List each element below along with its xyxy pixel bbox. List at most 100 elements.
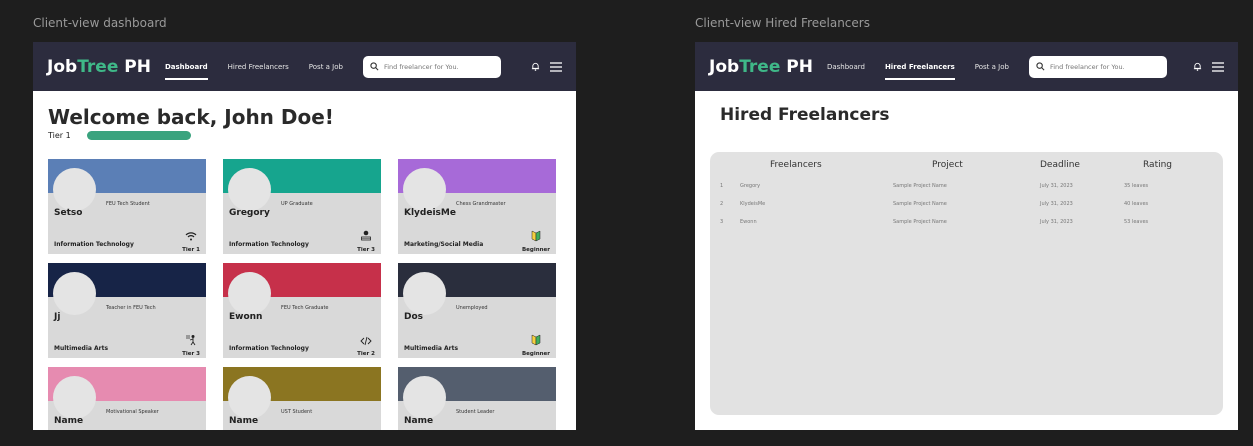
nav-dashboard[interactable]: Dashboard — [164, 63, 208, 80]
logo[interactable]: JobTree PH — [47, 57, 151, 77]
hired-frame: JobTree PH Dashboard Hired Freelancers P… — [695, 42, 1238, 430]
navbar: JobTree PH Dashboard Hired Freelancers P… — [695, 42, 1238, 91]
tier-progress-bar — [86, 131, 191, 140]
card-badge: Beginner — [522, 331, 550, 357]
row-deadline: July 31, 2023 — [1040, 219, 1073, 225]
card-badge: Tier 3 — [182, 331, 200, 357]
card-name: Name — [54, 416, 84, 426]
row-rating: 35 leaves — [1124, 183, 1149, 189]
badge-label: Tier 1 — [182, 247, 200, 253]
search-icon — [370, 62, 379, 71]
logo[interactable]: JobTree PH — [709, 57, 813, 77]
welcome-heading: Welcome back, John Doe! — [48, 105, 334, 129]
nav-dashboard[interactable]: Dashboard — [827, 63, 865, 71]
card-role: Teacher in FEU Tech — [106, 305, 156, 311]
row-index: 1 — [720, 183, 724, 189]
page-title: Hired Freelancers — [720, 105, 890, 125]
row-project: Sample Project Name — [893, 183, 947, 189]
nav-hired-freelancers[interactable]: Hired Freelancers — [884, 63, 955, 80]
column-header-deadline: Deadline — [1040, 160, 1080, 170]
card-role: Student Leader — [456, 409, 495, 415]
freelancer-card[interactable]: Motivational Speaker Name — [48, 367, 206, 430]
nav-post-job[interactable]: Post a Job — [975, 63, 1009, 71]
card-role: Chess Grandmaster — [456, 201, 506, 207]
avatar — [403, 272, 446, 315]
freelancer-card[interactable]: Unemployed Dos Multimedia Arts Beginner — [398, 263, 556, 358]
row-deadline: July 31, 2023 — [1040, 201, 1073, 207]
avatar — [228, 376, 271, 419]
avatar — [53, 272, 96, 315]
card-name: Setso — [54, 208, 83, 218]
card-role: Unemployed — [456, 305, 488, 311]
frame-label-hired: Client-view Hired Freelancers — [695, 16, 870, 30]
row-index: 3 — [720, 219, 724, 225]
card-field: Multimedia Arts — [54, 345, 109, 352]
column-header-project: Project — [932, 160, 963, 170]
card-name: Name — [229, 416, 259, 426]
freelancer-card[interactable]: UP Graduate Gregory Information Technology… — [223, 159, 381, 254]
navbar: JobTree PH Dashboard Hired Freelancers P… — [33, 42, 576, 91]
card-name: Jj — [54, 312, 61, 322]
row-project: Sample Project Name — [893, 201, 947, 207]
search-box[interactable] — [1028, 55, 1167, 78]
freelancer-card[interactable]: Student Leader Name — [398, 367, 556, 430]
card-badge: Tier 2 — [357, 331, 375, 357]
freelancer-card[interactable]: Teacher in FEU Tech Jj Multimedia Arts Tier… — [48, 263, 206, 358]
row-project: Sample Project Name — [893, 219, 947, 225]
beginner-icon — [530, 227, 542, 246]
card-role: UST Student — [281, 409, 313, 415]
badge-label: Beginner — [521, 247, 550, 253]
card-role: UP Graduate — [281, 201, 313, 207]
person-desk-icon — [360, 227, 372, 246]
tier-row: Tier 1 — [48, 131, 191, 140]
freelancer-card[interactable]: Chess Grandmaster KlydeisMe Marketing/Soci… — [398, 159, 556, 254]
card-role: FEU Tech Student — [106, 201, 150, 207]
search-box[interactable] — [362, 55, 501, 78]
bell-icon[interactable] — [1193, 62, 1202, 71]
card-field: Multimedia Arts — [404, 345, 459, 352]
column-header-freelancers: Freelancers — [770, 160, 822, 170]
card-field: Information Technology — [229, 241, 309, 248]
search-input[interactable] — [1049, 62, 1160, 71]
menu-icon[interactable] — [550, 61, 562, 72]
tier-label: Tier 1 — [48, 131, 71, 140]
wifi-icon — [185, 227, 197, 246]
column-header-rating: Rating — [1143, 160, 1173, 170]
table-row[interactable]: 1 Gregory Sample Project Name July 31, 2023… — [710, 183, 1223, 193]
menu-icon[interactable] — [1212, 61, 1224, 72]
badge-label: Beginner — [521, 351, 550, 357]
row-freelancer: KlydeisMe — [740, 201, 766, 207]
dashboard-frame: JobTree PH Dashboard Hired Freelancers P… — [33, 42, 576, 430]
nav-hired-freelancers[interactable]: Hired Freelancers — [228, 63, 289, 71]
teacher-icon — [185, 331, 197, 350]
badge-label: Tier 2 — [357, 351, 375, 357]
code-icon — [360, 331, 372, 350]
freelancer-card[interactable]: FEU Tech Student Setso Information Technol… — [48, 159, 206, 254]
row-freelancer: Gregory — [740, 183, 761, 189]
frame-label-dashboard: Client-view dashboard — [33, 16, 167, 30]
row-rating: 40 leaves — [1124, 201, 1149, 207]
card-name: Dos — [404, 312, 424, 322]
table-row[interactable]: 3 Ewonn Sample Project Name July 31, 2023 53… — [710, 219, 1223, 229]
row-index: 2 — [720, 201, 724, 207]
row-freelancer: Ewonn — [740, 219, 757, 225]
nav-post-job[interactable]: Post a Job — [309, 63, 343, 71]
card-name: KlydeisMe — [404, 208, 456, 218]
row-deadline: July 31, 2023 — [1040, 183, 1073, 189]
card-field: Information Technology — [229, 345, 309, 352]
card-field: Information Technology — [54, 241, 134, 248]
freelancer-card[interactable]: FEU Tech Graduate Ewonn Information Techno… — [223, 263, 381, 358]
card-badge: Tier 1 — [182, 227, 200, 253]
table-row[interactable]: 2 KlydeisMe Sample Project Name July 31, 20… — [710, 201, 1223, 211]
card-badge: Beginner — [522, 227, 550, 253]
card-role: FEU Tech Graduate — [281, 305, 329, 311]
card-name: Gregory — [229, 208, 270, 218]
card-field: Marketing/Social Media — [404, 241, 484, 248]
freelancer-card[interactable]: UST Student Name — [223, 367, 381, 430]
hired-table: Freelancers Project Deadline Rating 1 Gre… — [710, 152, 1223, 415]
search-input[interactable] — [383, 62, 494, 71]
avatar — [53, 376, 96, 419]
badge-label: Tier 3 — [357, 247, 375, 253]
bell-icon[interactable] — [531, 62, 540, 71]
search-icon — [1036, 62, 1045, 71]
